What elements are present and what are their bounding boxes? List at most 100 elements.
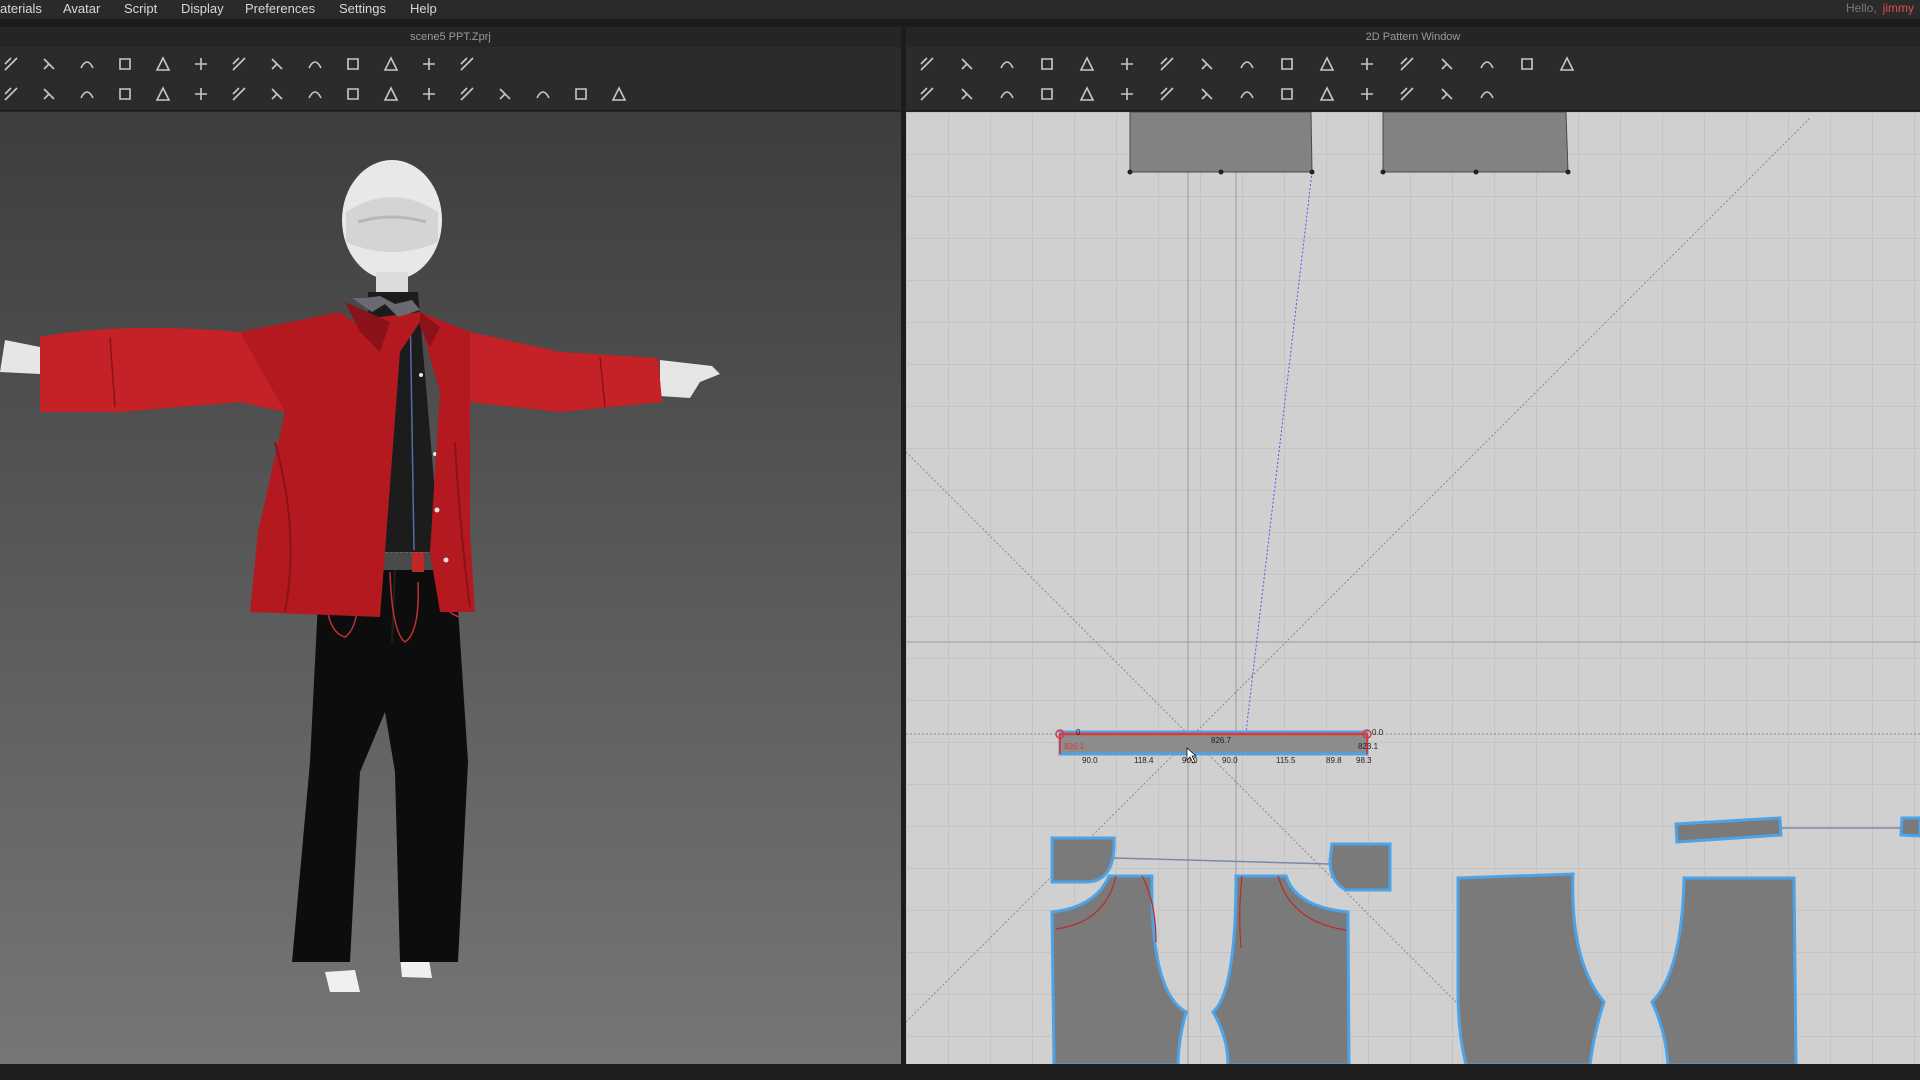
- pattern-piece-back-left[interactable]: [1456, 872, 1606, 1064]
- arrange-icon[interactable]: [1556, 53, 1578, 75]
- trace-icon[interactable]: [1476, 53, 1498, 75]
- lock-icon[interactable]: [342, 83, 364, 105]
- buttonhole-icon[interactable]: [1316, 83, 1338, 105]
- 3d-toolbar: [0, 47, 901, 111]
- internal-rectangle-icon[interactable]: [1356, 53, 1378, 75]
- check-sew-icon[interactable]: [1036, 83, 1058, 105]
- red-jacket[interactable]: [40, 296, 662, 617]
- cut-icon[interactable]: [1116, 53, 1138, 75]
- menu-preferences[interactable]: Preferences: [245, 0, 315, 20]
- username[interactable]: jimmy: [1883, 1, 1914, 15]
- pattern-piece-pocket-left[interactable]: [1050, 836, 1116, 884]
- sewing-edit-icon[interactable]: [1076, 83, 1098, 105]
- shirt-solid-icon[interactable]: [1156, 83, 1178, 105]
- puckering-icon[interactable]: [1436, 83, 1458, 105]
- measure-bottom-2: 118.4: [1134, 756, 1154, 765]
- fabric-icon[interactable]: [76, 83, 98, 105]
- circle-icon[interactable]: [266, 83, 288, 105]
- garment-icon[interactable]: [152, 53, 174, 75]
- ellipse-icon[interactable]: [1436, 53, 1458, 75]
- select-icon[interactable]: [38, 53, 60, 75]
- transform-pattern-icon[interactable]: [916, 53, 938, 75]
- internal-circle-icon[interactable]: [1396, 53, 1418, 75]
- menu-script[interactable]: Script: [124, 0, 157, 20]
- fold-icon[interactable]: [114, 53, 136, 75]
- move-icon[interactable]: [76, 53, 98, 75]
- menu-display[interactable]: Display: [181, 0, 224, 20]
- m-n-sew-icon[interactable]: [996, 83, 1018, 105]
- curve-icon[interactable]: [996, 53, 1018, 75]
- rectangle-icon[interactable]: [1236, 53, 1258, 75]
- tack-icon[interactable]: [1196, 83, 1218, 105]
- pants[interactable]: [292, 562, 468, 962]
- transform-icon[interactable]: [0, 83, 22, 105]
- measure-left-top: 0: [1076, 728, 1081, 737]
- 3d-viewport[interactable]: [0, 112, 901, 1064]
- segment-sew-icon[interactable]: [916, 83, 938, 105]
- measure-bottom-5: 115.5: [1276, 756, 1296, 765]
- greeting-text: Hello,: [1845, 1, 1877, 15]
- measure-top: 826.7: [1211, 736, 1232, 745]
- lasso-icon[interactable]: [418, 53, 440, 75]
- pattern-piece-front-right[interactable]: [1211, 874, 1351, 1064]
- polygon-icon[interactable]: [1196, 53, 1218, 75]
- 2d-pattern-window: 2D Pattern Window 826.7 0 0.0 826.1 823.…: [906, 27, 1920, 1064]
- pattern-piece-top-right[interactable]: [1380, 112, 1571, 175]
- tape-icon[interactable]: [494, 83, 516, 105]
- measure-bottom-4: 90.0: [1222, 756, 1238, 765]
- shirt-solid-icon[interactable]: [532, 83, 554, 105]
- internal-polygon-icon[interactable]: [1316, 53, 1338, 75]
- button-icon[interactable]: [1276, 83, 1298, 105]
- steam-icon[interactable]: [114, 83, 136, 105]
- measure-bottom-6: 89.8: [1326, 756, 1342, 765]
- bezier-icon[interactable]: [1036, 53, 1058, 75]
- shirt-icon[interactable]: [266, 53, 288, 75]
- steam-icon[interactable]: [1236, 83, 1258, 105]
- measure-bottom-1: 90.0: [1082, 756, 1098, 765]
- point-icon[interactable]: [228, 83, 250, 105]
- add-point-icon[interactable]: [1076, 53, 1098, 75]
- seam-taping-icon[interactable]: [1476, 83, 1498, 105]
- button-icon[interactable]: [152, 83, 174, 105]
- pattern-piece-back-right[interactable]: [1650, 876, 1798, 1064]
- ruler-icon[interactable]: [456, 53, 478, 75]
- menu-settings[interactable]: Settings: [339, 0, 386, 20]
- topstitch-icon[interactable]: [1356, 83, 1378, 105]
- avatar-icon[interactable]: [304, 53, 326, 75]
- pattern-piece-strip-edge[interactable]: [1899, 816, 1920, 838]
- tack-icon[interactable]: [190, 53, 212, 75]
- circle-icon[interactable]: [1276, 53, 1298, 75]
- iron-icon[interactable]: [1116, 83, 1138, 105]
- layer-icon[interactable]: [380, 83, 402, 105]
- free-sew-icon[interactable]: [956, 83, 978, 105]
- line-icon[interactable]: [304, 83, 326, 105]
- 2d-toolbar: [906, 47, 1920, 111]
- 3d-toolbar-row-2: [0, 79, 901, 109]
- 2d-toolbar-row-1: [906, 49, 1920, 79]
- edit-pattern-icon[interactable]: [956, 53, 978, 75]
- zipper-icon[interactable]: [190, 83, 212, 105]
- fold-icon[interactable]: [1516, 53, 1538, 75]
- sim-icon[interactable]: [0, 53, 22, 75]
- measure-right-top: 0.0: [1372, 728, 1384, 737]
- menu-materials[interactable]: aterials: [0, 0, 42, 20]
- pattern-piece-pocket-right[interactable]: [1328, 842, 1392, 892]
- dart-icon[interactable]: [1156, 53, 1178, 75]
- pattern-piece-front-left[interactable]: [1050, 874, 1188, 1064]
- flat-icon[interactable]: [418, 83, 440, 105]
- pin-icon[interactable]: [228, 53, 250, 75]
- puckering-icon[interactable]: [608, 83, 630, 105]
- segment-topstitch-icon[interactable]: [1396, 83, 1418, 105]
- 2d-pattern-canvas[interactable]: 826.7 0 0.0 826.1 823.1 90.0 118.4 90.0 …: [906, 112, 1920, 1064]
- pattern-piece-top-left[interactable]: [1127, 112, 1315, 175]
- stretch-icon[interactable]: [38, 83, 60, 105]
- measure-icon[interactable]: [380, 53, 402, 75]
- menu-help[interactable]: Help: [410, 0, 437, 20]
- menu-avatar[interactable]: Avatar: [63, 0, 100, 20]
- pattern-piece-strip-right[interactable]: [1674, 816, 1783, 844]
- shirt-outline-icon[interactable]: [570, 83, 592, 105]
- selected-waistband-pattern[interactable]: 826.7 0 0.0 826.1 823.1 90.0 118.4 90.0 …: [1055, 728, 1384, 765]
- 3d-window-title: scene5 PPT.Zprj: [0, 27, 901, 47]
- pants-icon[interactable]: [342, 53, 364, 75]
- iron-icon[interactable]: [456, 83, 478, 105]
